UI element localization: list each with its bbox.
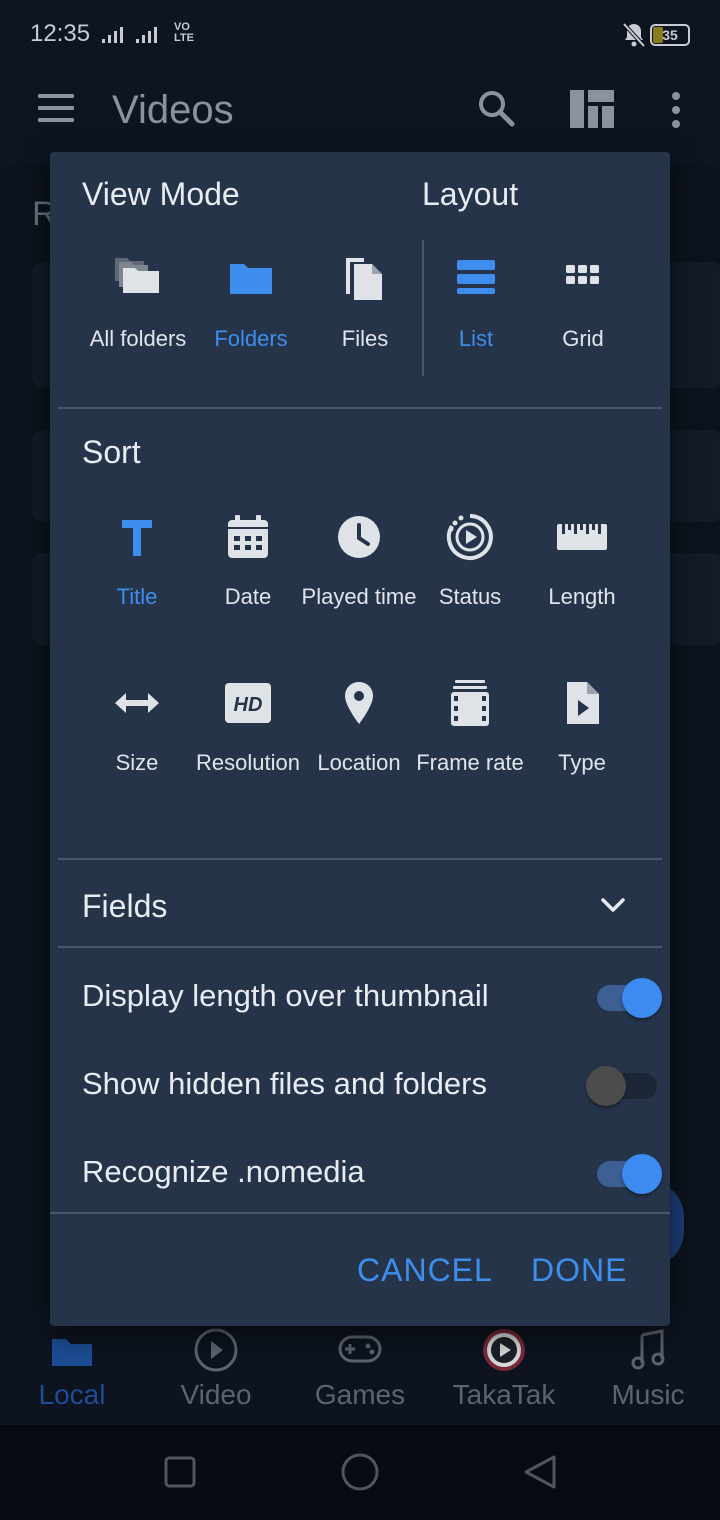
layout-icon[interactable] [570, 90, 614, 128]
sort-date-option[interactable]: Date [190, 512, 306, 611]
toggle-row-recognize-nomedia[interactable]: Recognize .nomedia [82, 1140, 662, 1200]
divider [58, 946, 662, 948]
option-label: Played time [301, 584, 417, 609]
sort-resolution-option[interactable]: HD Resolution [190, 678, 306, 777]
sort-location-option[interactable]: Location [301, 678, 417, 777]
divider [58, 858, 662, 860]
nav-label: Local [38, 1379, 106, 1410]
sort-title-option[interactable]: Title [79, 512, 195, 611]
option-label: Length [548, 584, 616, 609]
option-label: Grid [562, 326, 604, 351]
system-nav-bar [0, 1425, 720, 1520]
view-mode-files[interactable]: Files [307, 254, 423, 353]
option-label: Type [558, 750, 606, 775]
done-button[interactable]: DONE [531, 1252, 627, 1289]
sort-type-option[interactable]: Type [524, 678, 640, 777]
layout-title: Layout [422, 176, 519, 212]
nav-label: Video [180, 1379, 252, 1410]
sort-size-option[interactable]: Size [79, 678, 195, 777]
option-label: Title [116, 584, 158, 609]
view-options-dialog: View Mode Layout All folders Folders Fil… [50, 152, 670, 1326]
chevron-down-icon[interactable] [598, 890, 628, 920]
calendar-icon [223, 512, 273, 562]
status-time: 12:35 [30, 20, 91, 47]
all-folders-icon [113, 254, 163, 304]
sort-status-option[interactable]: Status [412, 512, 528, 611]
divider [50, 1212, 670, 1214]
grid-icon [558, 254, 608, 304]
sort-played-time-option[interactable]: Played time [301, 512, 417, 611]
menu-icon[interactable] [38, 94, 74, 126]
more-vert-icon[interactable] [668, 90, 684, 130]
battery-icon: 35 [650, 24, 690, 46]
music-note-icon [618, 1325, 678, 1375]
list-icon [451, 254, 501, 304]
option-label: Size [115, 750, 159, 775]
view-mode-title: View Mode [82, 176, 240, 212]
layout-list[interactable]: List [418, 254, 534, 353]
film-icon [445, 678, 495, 728]
takatak-icon [474, 1325, 534, 1375]
display-length-toggle[interactable] [592, 974, 662, 1018]
status-icon [445, 512, 495, 562]
show-hidden-toggle[interactable] [586, 1062, 662, 1106]
nav-label: Games [314, 1379, 406, 1410]
nav-takatak[interactable]: TakaTak [432, 1325, 576, 1411]
page-title: Videos [112, 88, 234, 132]
play-circle-icon [186, 1325, 246, 1375]
sort-frame-rate-option[interactable]: Frame rate [412, 678, 528, 777]
folder-icon [42, 1325, 102, 1375]
size-arrows-icon [112, 678, 162, 728]
app-bar: Videos [0, 70, 720, 165]
back-button [524, 1455, 556, 1489]
ruler-icon [557, 512, 607, 562]
signal-icon [102, 24, 172, 52]
divider [58, 407, 662, 409]
toggle-label: Recognize .nomedia [82, 1154, 365, 1189]
option-label: List [458, 326, 494, 351]
option-label: Location [317, 750, 401, 775]
option-label: Status [438, 584, 502, 609]
bell-off-icon [622, 22, 646, 48]
option-label: Frame rate [416, 750, 524, 775]
hd-icon: HD [223, 678, 273, 728]
nav-games[interactable]: Games [288, 1325, 432, 1411]
view-mode-folders[interactable]: Folders [193, 254, 309, 353]
nav-local[interactable]: Local [0, 1325, 144, 1411]
option-label: Date [224, 584, 272, 609]
location-pin-icon [334, 678, 384, 728]
sort-length-option[interactable]: Length [524, 512, 640, 611]
option-label: Resolution [196, 750, 300, 775]
folder-icon [226, 254, 276, 304]
toggle-label: Show hidden files and folders [82, 1066, 487, 1101]
toggle-row-display-length[interactable]: Display length over thumbnail [82, 964, 662, 1024]
gamepad-icon [330, 1325, 390, 1375]
toggle-row-show-hidden[interactable]: Show hidden files and folders [82, 1052, 657, 1112]
layout-grid[interactable]: Grid [525, 254, 641, 353]
option-label: Files [341, 326, 389, 351]
title-icon [112, 512, 162, 562]
sort-title: Sort [82, 434, 141, 470]
files-icon [340, 254, 390, 304]
option-label: All folders [89, 326, 187, 351]
recognize-nomedia-toggle[interactable] [592, 1150, 662, 1194]
fields-title[interactable]: Fields [82, 888, 167, 925]
svg-text:HD: HD [234, 694, 263, 716]
nav-label: Music [611, 1379, 685, 1410]
search-icon[interactable] [476, 88, 516, 128]
volte-icon: VO LTE [174, 21, 194, 44]
nav-music[interactable]: Music [576, 1325, 720, 1411]
nav-label: TakaTak [452, 1379, 556, 1410]
toggle-label: Display length over thumbnail [82, 978, 489, 1013]
nav-video[interactable]: Video [144, 1325, 288, 1411]
clock-icon [334, 512, 384, 562]
file-type-icon [557, 678, 607, 728]
battery-level: 35 [662, 27, 678, 43]
option-label: Folders [214, 326, 288, 351]
recents-button [164, 1456, 196, 1488]
home-button [341, 1453, 379, 1491]
cancel-button[interactable]: CANCEL [357, 1252, 493, 1289]
status-bar: 12:35 VO LTE 35 [0, 0, 720, 70]
view-mode-all-folders[interactable]: All folders [80, 254, 196, 353]
